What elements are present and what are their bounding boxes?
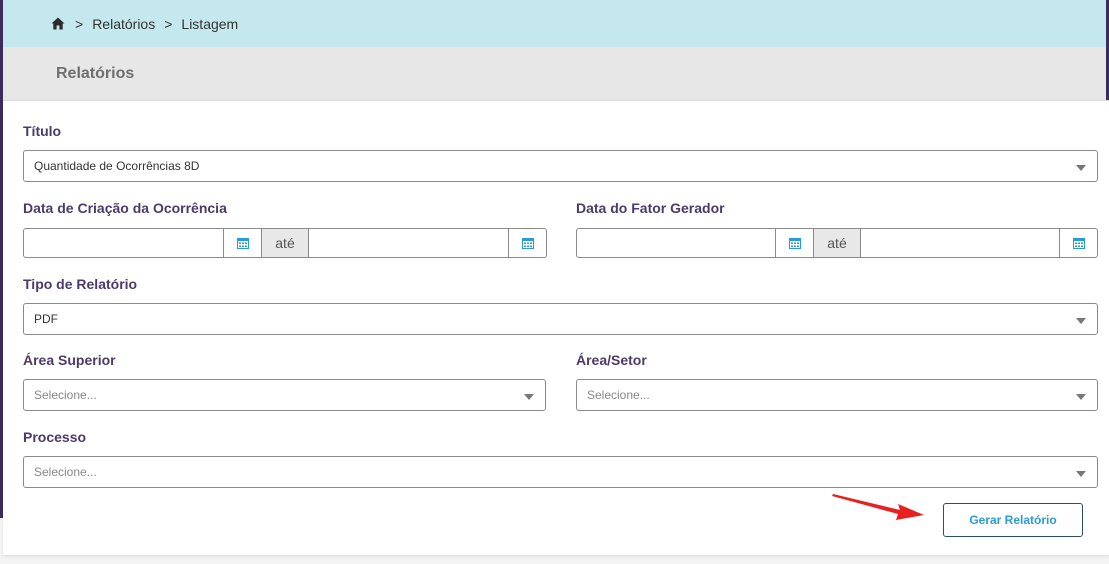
chevron-down-icon	[1076, 318, 1086, 324]
data-fator-start-input[interactable]	[576, 228, 776, 258]
home-icon[interactable]	[51, 17, 65, 30]
calendar-icon[interactable]	[776, 228, 814, 258]
data-criacao-start-input[interactable]	[23, 228, 224, 258]
data-criacao-range: até	[23, 228, 547, 258]
data-criacao-end-input[interactable]	[308, 228, 509, 258]
area-setor-placeholder: Selecione...	[587, 388, 650, 402]
tipo-relatorio-value: PDF	[34, 312, 58, 326]
area-superior-label: Área Superior	[23, 352, 116, 368]
area-superior-select[interactable]: Selecione...	[23, 379, 546, 411]
breadcrumb: > Relatórios > Listagem	[3, 0, 1106, 47]
processo-select[interactable]: Selecione...	[23, 456, 1098, 488]
ate-addon: até	[262, 228, 308, 258]
calendar-icon[interactable]	[1060, 228, 1098, 258]
ate-addon: até	[814, 228, 860, 258]
tipo-relatorio-label: Tipo de Relatório	[23, 276, 138, 292]
calendar-icon[interactable]	[509, 228, 547, 258]
data-fator-end-input[interactable]	[860, 228, 1060, 258]
chevron-down-icon	[524, 394, 534, 400]
breadcrumb-separator: >	[75, 15, 84, 32]
area-setor-label: Área/Setor	[576, 352, 647, 368]
data-fator-range: até	[576, 228, 1098, 258]
chevron-down-icon	[1076, 471, 1086, 477]
processo-placeholder: Selecione...	[34, 465, 97, 479]
chevron-down-icon	[1076, 165, 1086, 171]
gerar-relatorio-button[interactable]: Gerar Relatório	[943, 503, 1083, 537]
breadcrumb-item-relatorios[interactable]: Relatórios	[92, 16, 155, 32]
processo-label: Processo	[23, 429, 87, 445]
report-form-panel: Título Quantidade de Ocorrências 8D Data…	[3, 100, 1109, 555]
area-superior-placeholder: Selecione...	[34, 388, 97, 402]
breadcrumb-item-listagem: Listagem	[181, 15, 239, 32]
area-setor-select[interactable]: Selecione...	[576, 379, 1098, 411]
chevron-down-icon	[1076, 394, 1086, 400]
titulo-label: Título	[23, 123, 62, 139]
titulo-select[interactable]: Quantidade de Ocorrências 8D	[23, 150, 1098, 182]
page-title: Relatórios	[56, 64, 135, 82]
titulo-select-value: Quantidade de Ocorrências 8D	[34, 159, 200, 173]
breadcrumb-separator: >	[164, 15, 173, 32]
annotation-arrow-icon	[832, 494, 924, 520]
data-criacao-label: Data de Criação da Ocorrência	[23, 200, 227, 216]
tipo-relatorio-select[interactable]: PDF	[23, 303, 1098, 335]
calendar-icon[interactable]	[224, 228, 262, 258]
page-header: Relatórios	[3, 47, 1106, 100]
data-fator-label: Data do Fator Gerador	[576, 200, 725, 216]
